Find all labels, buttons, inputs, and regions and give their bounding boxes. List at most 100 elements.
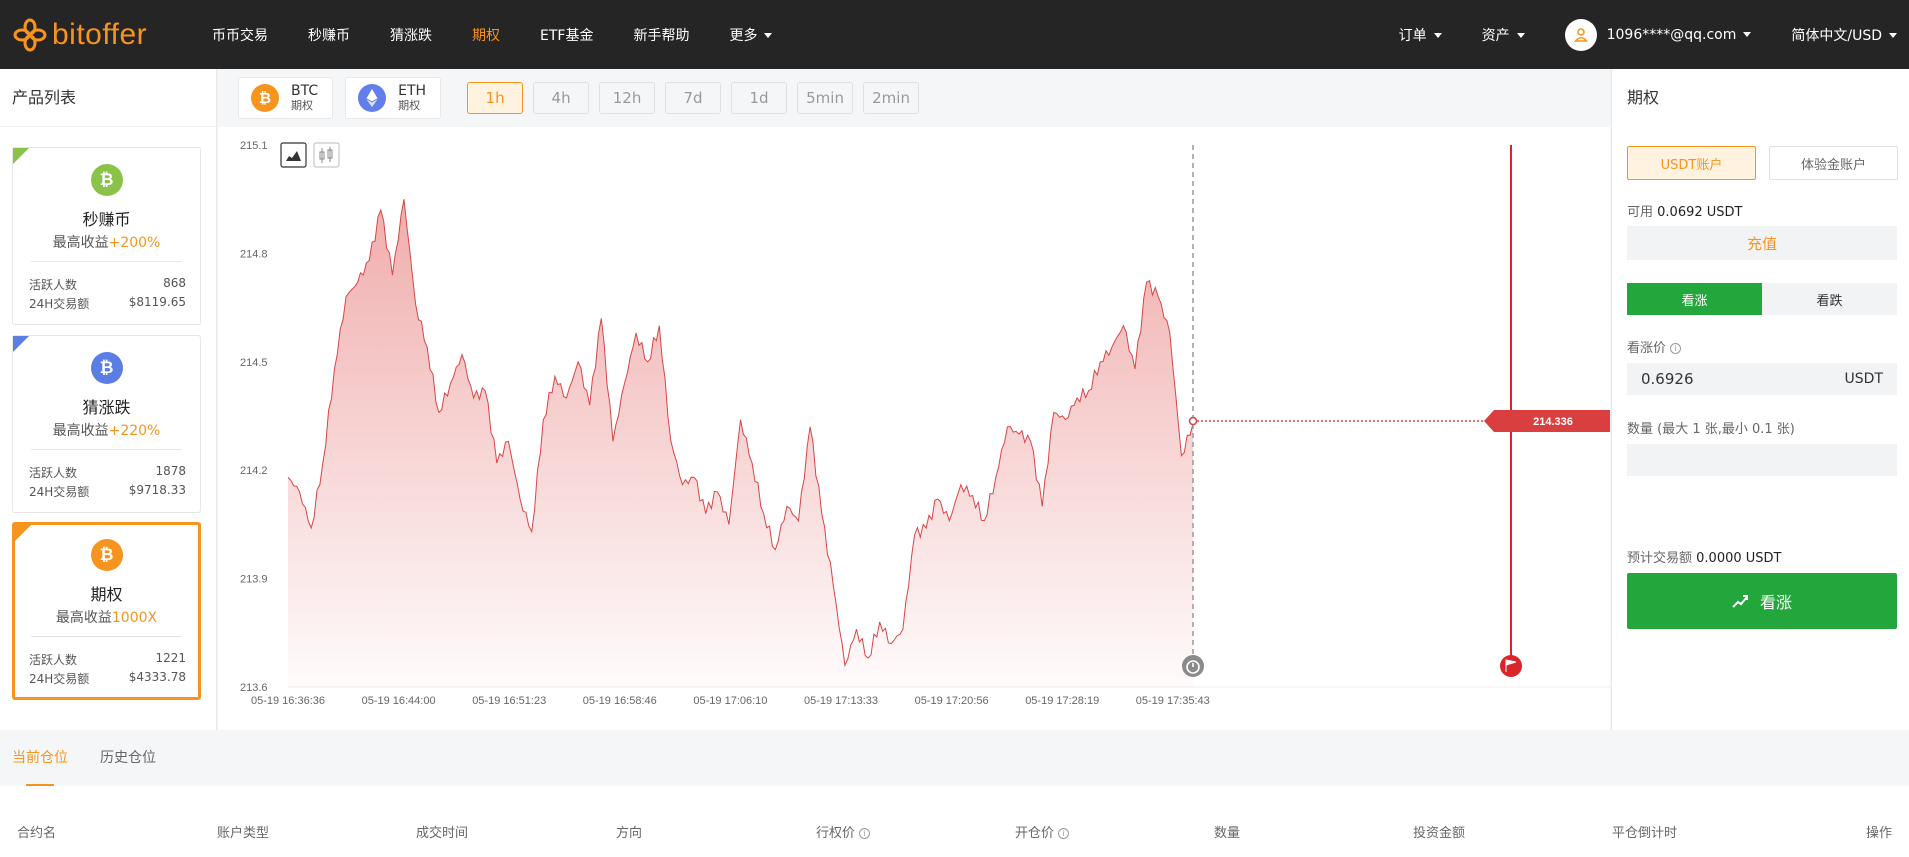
product-card-options[interactable]: ₿ 期权 最高收益1000X 活跃人数 1221 24H交易额 $4333.78 (12, 522, 201, 700)
user-menu[interactable]: 1096****@qq.com (1564, 18, 1752, 51)
nav-item-guess[interactable]: 猜涨跌 (390, 25, 432, 45)
corner-badge (15, 525, 31, 541)
language-label: 简体中文/USD (1791, 27, 1882, 44)
volume-label: 24H交易额 (29, 297, 90, 311)
direction-up-button[interactable]: 看涨 (1627, 283, 1762, 315)
chevron-down-icon (1516, 33, 1525, 38)
tab-current-positions[interactable]: 当前仓位 (12, 730, 68, 786)
product-name: 期权 (90, 585, 123, 604)
nav-item-help[interactable]: 新手帮助 (633, 25, 689, 45)
direction-down-button[interactable]: 看跌 (1762, 283, 1897, 315)
tab-usdt-account[interactable]: USDT账户 (1627, 146, 1756, 180)
column-header: 投资金额 (1413, 826, 1466, 841)
coin-tab-eth[interactable]: ETH 期权 (345, 77, 442, 119)
column-header: 行权价 (816, 826, 856, 841)
yield-value: +220% (108, 423, 161, 439)
y-tick-label: 213.6 (240, 682, 268, 694)
orders-menu[interactable]: 订单 (1399, 25, 1442, 45)
column-header-with-info: 行权价 i (816, 822, 871, 841)
tab-trial-account[interactable]: 体验金账户 (1769, 146, 1898, 180)
nav-item-more[interactable]: 更多 (729, 25, 773, 45)
order-panel: 期权 USDT账户 体验金账户 可用 0.0692 USDT 充值 看涨 看跌 … (1611, 69, 1909, 730)
price-field[interactable]: 0.6926 USDT (1627, 363, 1897, 395)
price-label-row: 看涨价 i (1627, 337, 1682, 356)
timeframe-7d[interactable]: 7d (665, 82, 722, 114)
coin-tab-btc[interactable]: ₿ BTC 期权 (238, 77, 334, 119)
timer-icon (1182, 655, 1204, 677)
info-icon[interactable]: i (1670, 343, 1682, 354)
available-label: 可用 (1627, 205, 1654, 220)
y-tick-label: 214.5 (240, 357, 268, 369)
volume-row: 24H交易额 $8119.65 (29, 295, 186, 312)
positions-panel: 当前仓位 历史仓位 合约名 账户类型 成交时间 方向 行权价 i 开仓价 i 数量 … (0, 730, 1909, 857)
quantity-input[interactable] (1627, 444, 1897, 476)
available-value: 0.0692 USDT (1657, 205, 1743, 220)
yield-prefix: 最高收益 (55, 610, 112, 626)
estimated-amount: 预计交易额 0.0000 USDT (1627, 547, 1782, 566)
product-card-guess[interactable]: ₿ 猜涨跌 最高收益+220% 活跃人数 1878 24H交易额 $9718.33 (12, 335, 201, 513)
x-tick-label: 05-19 17:28:19 (1025, 695, 1099, 707)
timeframe-2min[interactable]: 2min (863, 82, 920, 114)
assets-menu[interactable]: 资产 (1482, 25, 1525, 45)
yield-prefix: 最高收益 (52, 423, 109, 439)
timeframe-12h[interactable]: 12h (599, 82, 656, 114)
nav-item-spot[interactable]: 币币交易 (212, 25, 268, 45)
volume-label: 24H交易额 (29, 672, 90, 686)
info-icon[interactable]: i (859, 828, 871, 839)
column-header: 成交时间 (416, 826, 469, 841)
tab-history-positions[interactable]: 历史仓位 (100, 730, 156, 786)
corner-badge (13, 148, 29, 164)
positions-table-header: 合约名 账户类型 成交时间 方向 行权价 i 开仓价 i 数量 投资金额 平仓倒计时… (0, 822, 1909, 842)
nav-item-etf[interactable]: ETF基金 (540, 25, 593, 45)
active-users-label: 活跃人数 (29, 653, 78, 667)
price-chart[interactable]: 215.1 214.8 214.5 214.2 213.9 213.6 05-19 16:… (218, 127, 1610, 730)
timeframe-4h[interactable]: 4h (533, 82, 590, 114)
volume-label: 24H交易额 (29, 485, 90, 499)
coin-symbol: BTC (291, 83, 319, 99)
price-chart-svg: 215.1 214.8 214.5 214.2 213.9 213.6 05-19 16:… (240, 140, 1610, 707)
submit-call-button[interactable]: 看涨 (1627, 573, 1897, 629)
x-tick-label: 05-19 17:06:10 (693, 695, 767, 707)
timeframe-1d[interactable]: 1d (731, 82, 788, 114)
volume-row: 24H交易额 $9718.33 (29, 483, 186, 500)
chart-type-area-button[interactable] (280, 142, 307, 168)
est-value: 0.0000 USDT (1696, 551, 1782, 566)
column-header: 账户类型 (217, 826, 270, 841)
ethereum-icon (358, 84, 387, 112)
nav-item-options[interactable]: 期权 (472, 25, 500, 45)
logo-text: bitoffer (52, 17, 148, 51)
logo-icon (13, 18, 47, 51)
est-label: 预计交易额 (1627, 551, 1693, 566)
assets-label: 资产 (1481, 27, 1510, 44)
deposit-button[interactable]: 充值 (1627, 226, 1897, 260)
y-tick-label: 214.2 (240, 465, 268, 477)
bitcoin-icon: ₿ (90, 539, 123, 571)
timeframe-1h[interactable]: 1h (467, 82, 524, 114)
chevron-down-icon (1889, 33, 1897, 38)
divider (31, 636, 182, 637)
coin-sub: 期权 (291, 99, 313, 112)
yield-value: 1000X (111, 610, 158, 626)
nav-item-quick-earn[interactable]: 秒赚币 (308, 25, 350, 45)
submit-label: 看涨 (1759, 593, 1792, 612)
divider (31, 449, 182, 450)
finish-flag-icon (1500, 655, 1522, 677)
product-card-quick-earn[interactable]: ₿ 秒赚币 最高收益+200% 活跃人数 868 24H交易额 $8119.65 (12, 147, 201, 325)
chart-type-candle-button[interactable] (313, 142, 340, 168)
x-tick-label: 05-19 16:36:36 (251, 695, 325, 707)
x-tick-label: 05-19 16:44:00 (362, 695, 436, 707)
quantity-label: 数量 (最大 1 张,最小 0.1 张) (1627, 422, 1795, 437)
yield-value: +200% (108, 235, 161, 251)
brand-logo[interactable]: bitoffer (12, 17, 187, 53)
order-panel-title: 期权 (1627, 88, 1660, 107)
timeframe-5min[interactable]: 5min (797, 82, 854, 114)
user-email: 1096****@qq.com (1606, 26, 1737, 43)
divider (31, 261, 182, 262)
y-tick-label: 215.1 (240, 140, 268, 152)
x-tick-label: 05-19 16:58:46 (583, 695, 657, 707)
language-menu[interactable]: 简体中文/USD (1791, 25, 1897, 45)
price-unit: USDT (1844, 371, 1883, 387)
chevron-down-icon (1433, 33, 1442, 38)
product-yield: 最高收益+200% (13, 232, 200, 252)
info-icon[interactable]: i (1058, 828, 1070, 839)
